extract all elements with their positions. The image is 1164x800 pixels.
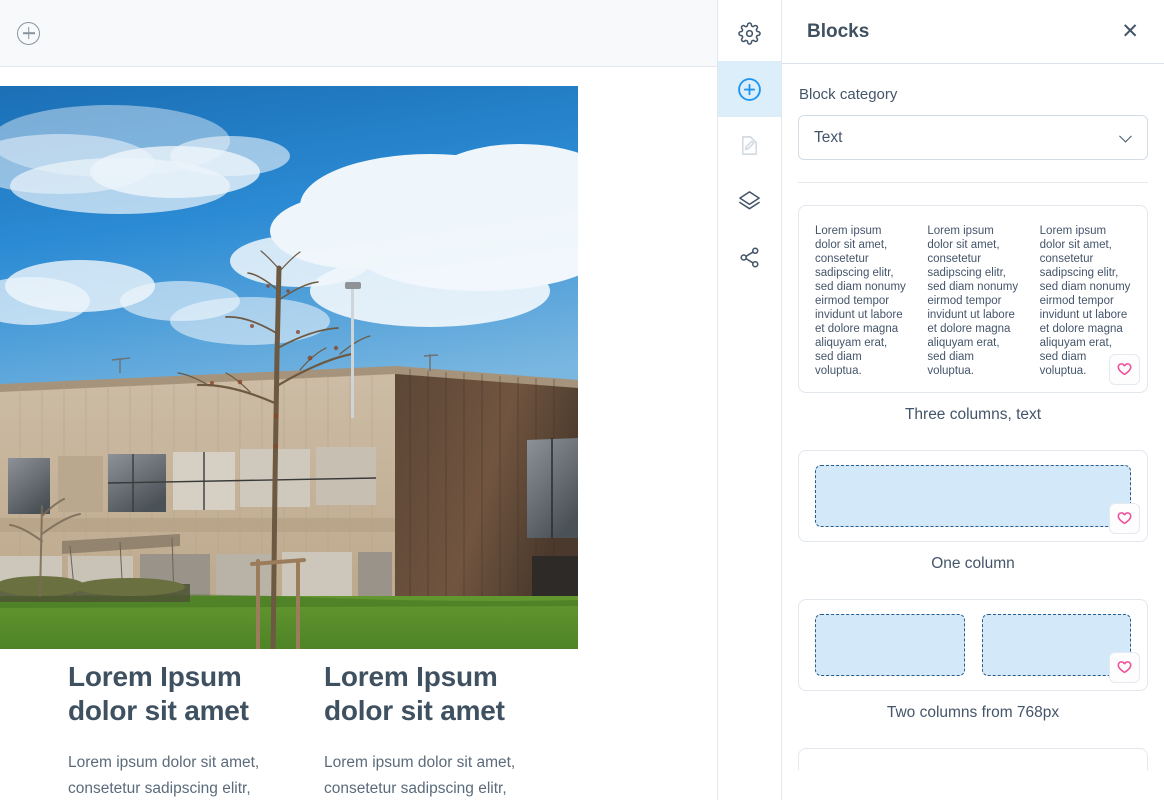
block-category-value: Text xyxy=(814,129,842,147)
heart-icon xyxy=(1116,510,1133,527)
canvas-column-body: Lorem ipsum dolor sit amet, consetetur s… xyxy=(68,750,279,800)
plus-circle-icon xyxy=(737,77,762,102)
app-root: Lorem Ipsum dolor sit amet Lorem ipsum d… xyxy=(0,0,1164,800)
edit-document-icon xyxy=(738,134,761,157)
block-label: One column xyxy=(798,555,1148,573)
block-entry-partial xyxy=(798,748,1148,770)
chevron-down-icon xyxy=(1119,129,1132,142)
hero-image xyxy=(0,86,578,649)
block-category-select[interactable]: Text xyxy=(798,115,1148,160)
block-entry: Two columns from 768px xyxy=(798,599,1148,722)
block-preview-card[interactable] xyxy=(798,748,1148,770)
panel-title: Blocks xyxy=(807,21,869,43)
block-category-label: Block category xyxy=(799,86,1148,103)
icon-rail xyxy=(717,0,782,800)
three-column-preview: Lorem ipsum dolor sit amet, consetetur s… xyxy=(799,206,1147,392)
heart-icon xyxy=(1116,659,1133,676)
blocks-panel: Blocks ✕ Block category Text Lorem ipsum… xyxy=(782,0,1164,800)
block-preview-card[interactable] xyxy=(798,599,1148,691)
share-icon xyxy=(738,246,761,269)
gear-icon xyxy=(738,22,761,45)
plus-circle-icon[interactable] xyxy=(17,22,40,45)
canvas-toolbar xyxy=(0,0,717,67)
panel-body: Block category Text Lorem ipsum dolor si… xyxy=(782,64,1164,800)
preview-column: Lorem ipsum dolor sit amet, consetetur s… xyxy=(927,224,1018,378)
canvas-column-2: Lorem Ipsum dolor sit amet Lorem ipsum d… xyxy=(324,660,580,800)
favorite-button[interactable] xyxy=(1109,503,1140,534)
one-column-preview xyxy=(799,451,1147,541)
block-label: Three columns, text xyxy=(798,406,1148,424)
block-entry: Lorem ipsum dolor sit amet, consetetur s… xyxy=(798,205,1148,424)
favorite-button[interactable] xyxy=(1109,652,1140,683)
rail-item-share[interactable] xyxy=(718,229,781,285)
canvas-column-heading: Lorem Ipsum dolor sit amet xyxy=(324,660,535,728)
canvas-column-heading: Lorem Ipsum dolor sit amet xyxy=(68,660,279,728)
canvas-column-body: Lorem ipsum dolor sit amet, consetetur s… xyxy=(324,750,535,800)
rail-item-blocks[interactable] xyxy=(718,61,781,117)
placeholder-box xyxy=(815,465,1131,527)
rail-item-layers[interactable] xyxy=(718,173,781,229)
block-entry: One column xyxy=(798,450,1148,573)
block-category-section: Block category Text xyxy=(782,64,1164,160)
two-column-preview xyxy=(799,600,1147,690)
block-label: Two columns from 768px xyxy=(798,704,1148,722)
placeholder-box xyxy=(815,614,965,676)
close-icon[interactable]: ✕ xyxy=(1117,17,1143,46)
panel-header: Blocks ✕ xyxy=(782,0,1164,64)
canvas-text-columns: Lorem Ipsum dolor sit amet Lorem ipsum d… xyxy=(0,660,717,800)
rail-item-settings[interactable] xyxy=(718,5,781,61)
block-list: Lorem ipsum dolor sit amet, consetetur s… xyxy=(782,183,1164,770)
canvas-column-1: Lorem Ipsum dolor sit amet Lorem ipsum d… xyxy=(68,660,324,800)
layers-icon xyxy=(738,190,761,213)
favorite-button[interactable] xyxy=(1109,354,1140,385)
block-preview-card[interactable]: Lorem ipsum dolor sit amet, consetetur s… xyxy=(798,205,1148,393)
block-preview-card[interactable] xyxy=(798,450,1148,542)
preview-column: Lorem ipsum dolor sit amet, consetetur s… xyxy=(815,224,906,378)
page-canvas: Lorem Ipsum dolor sit amet Lorem ipsum d… xyxy=(0,0,717,800)
heart-icon xyxy=(1116,361,1133,378)
rail-item-edit[interactable] xyxy=(718,117,781,173)
